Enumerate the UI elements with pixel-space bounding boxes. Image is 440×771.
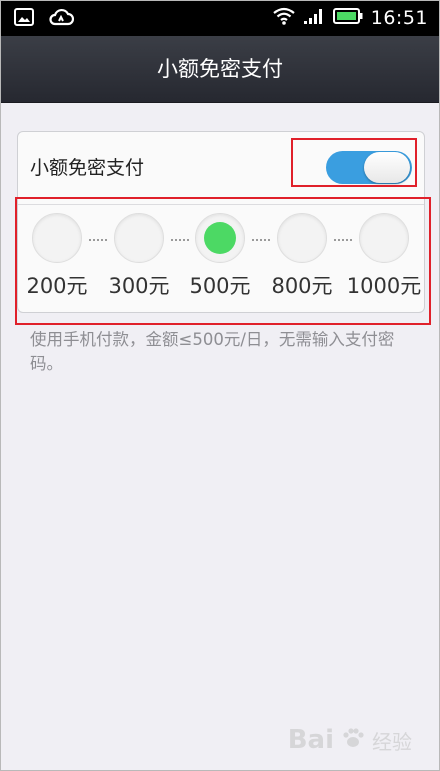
- page-title: 小额免密支付: [157, 57, 283, 81]
- amount-radio-selected[interactable]: [195, 213, 245, 263]
- amount-radio[interactable]: [359, 213, 409, 263]
- password-free-toggle[interactable]: [326, 151, 412, 184]
- battery-icon: [332, 7, 363, 29]
- image-notification-icon: [14, 8, 34, 30]
- amount-label: 500元: [189, 274, 251, 298]
- amount-option-200[interactable]: 200元: [22, 210, 92, 302]
- amount-label: 300元: [108, 274, 170, 298]
- selected-dot: [204, 222, 236, 254]
- setting-label: 小额免密支付: [30, 157, 145, 179]
- watermark-text: 经验: [372, 729, 412, 754]
- amount-option-300[interactable]: 300元: [104, 210, 174, 302]
- title-bar: 小额免密支付: [0, 36, 440, 103]
- amount-label: 800元: [271, 274, 333, 298]
- amount-option-500[interactable]: 500元: [185, 210, 255, 302]
- amount-radio[interactable]: [114, 213, 164, 263]
- wifi-icon: [273, 7, 295, 29]
- amount-radio[interactable]: [32, 213, 82, 263]
- amount-label: 200元: [26, 274, 88, 298]
- amount-option-800[interactable]: 800元: [267, 210, 337, 302]
- signal-icon: [303, 7, 325, 29]
- setting-description: 使用手机付款，金额≤500元/日，无需输入支付密码。: [30, 330, 395, 373]
- baidu-logo: Bai: [287, 725, 334, 755]
- watermark: Bai 经验: [288, 722, 412, 758]
- screen-border: [0, 0, 440, 771]
- amount-label: 1000元: [346, 274, 422, 298]
- clock: 16:51: [370, 7, 428, 29]
- toggle-knob[interactable]: [364, 152, 410, 183]
- divider: [18, 204, 424, 205]
- amount-option-1000[interactable]: 1000元: [347, 210, 421, 302]
- status-bar: 16:51: [0, 0, 440, 36]
- amount-radio[interactable]: [277, 213, 327, 263]
- cloud-icon: [48, 8, 75, 30]
- paw-icon: [340, 725, 366, 755]
